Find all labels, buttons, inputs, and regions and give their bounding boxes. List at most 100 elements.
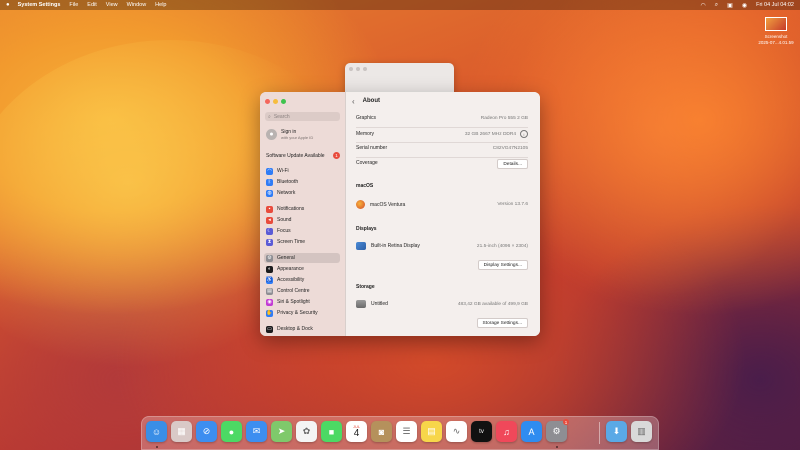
maps-icon[interactable]: ➤: [271, 421, 292, 442]
storage-value: 483,42 GB available of 499,9 GB: [457, 301, 528, 307]
menu-window[interactable]: Window: [127, 2, 147, 8]
desktop-screenshot-file[interactable]: Screenshot 2025-07...4.01.59: [756, 17, 796, 46]
trash-glyph: ▥: [637, 426, 646, 436]
storage-settings-button[interactable]: Storage Settings...: [476, 318, 528, 328]
dock-icon: ▭: [266, 325, 273, 333]
menu-edit[interactable]: Edit: [87, 2, 96, 8]
menu-app-name[interactable]: System Settings: [18, 2, 61, 8]
display-settings-button[interactable]: Display Settings...: [477, 260, 528, 270]
facetime-icon[interactable]: ■: [321, 421, 342, 442]
sidebar-item-appearance[interactable]: ◐ Appearance: [264, 264, 340, 274]
settings-badge: 1: [563, 419, 569, 425]
minimize-button[interactable]: [273, 99, 278, 104]
notes-icon[interactable]: ▤: [421, 421, 442, 442]
photos-icon[interactable]: ✿: [296, 421, 317, 442]
display-icon: [356, 242, 366, 250]
sidebar-item-accessibility[interactable]: ♿ Accessibility: [264, 275, 340, 285]
storage-name: Untitled: [371, 301, 388, 307]
sidebar-item-sound[interactable]: ◂ Sound: [264, 215, 340, 225]
messages-glyph: ●: [228, 426, 235, 437]
control-centre-icon[interactable]: ▣: [727, 2, 733, 9]
wifi-icon: ◠: [266, 167, 273, 175]
hand-icon: ✋: [266, 309, 273, 317]
siri-icon[interactable]: ◉: [742, 2, 747, 9]
sidebar-item-focus[interactable]: ☾ Focus: [264, 226, 340, 236]
search-icon[interactable]: ⌕: [715, 2, 718, 9]
menu-file[interactable]: File: [69, 2, 78, 8]
sidebar-item-privacy-security[interactable]: ✋ Privacy & Security: [264, 308, 340, 318]
menu-view[interactable]: View: [106, 2, 118, 8]
memory-value: 32 GB 2667 MHz DDR4: [464, 131, 516, 137]
music-glyph: ♫: [503, 426, 510, 437]
disk-icon: [356, 300, 366, 308]
moon-icon: ☾: [266, 227, 273, 235]
messages-icon[interactable]: ●: [221, 421, 242, 442]
back-chevron-icon[interactable]: ‹: [352, 97, 355, 106]
finder-icon[interactable]: ☺: [146, 421, 167, 442]
info-icon[interactable]: i: [520, 130, 528, 138]
accessibility-icon: ♿: [266, 276, 273, 284]
sidebar-item-screen-time[interactable]: ⧗ Screen Time: [264, 237, 340, 247]
sidebar-item-network[interactable]: ◍ Network: [264, 188, 340, 198]
running-indicator: [556, 446, 558, 448]
desktop-file-date: 2025-07...4.01.59: [758, 40, 794, 45]
mail-glyph: ✉: [252, 426, 261, 436]
software-update-item[interactable]: Software Update Available 1: [266, 152, 340, 159]
siri-icon: ◉: [266, 298, 273, 306]
appletv-label: tv: [479, 428, 484, 435]
sidebar-item-label: Privacy & Security: [277, 310, 318, 316]
downloads-folder-icon[interactable]: ⬇: [606, 421, 627, 442]
launchpad-glyph: ▦: [177, 426, 186, 436]
appstore-icon[interactable]: A: [521, 421, 542, 442]
sidebar-item-wi-fi[interactable]: ◠ Wi-Fi: [264, 166, 340, 176]
pane-header: ‹ About: [346, 92, 540, 110]
freeform-icon[interactable]: ∿: [446, 421, 467, 442]
sidebar-item-label: Network: [277, 190, 296, 196]
trash-icon[interactable]: ▥: [631, 421, 652, 442]
wifi-status-icon[interactable]: ◠: [701, 2, 706, 9]
sidebar-item-general[interactable]: ⚙ General: [264, 253, 340, 263]
running-indicator: [156, 446, 158, 448]
sidebar-item-notifications[interactable]: ▪ Notifications: [264, 204, 340, 214]
menu-clock[interactable]: Fri 04 Jul 04:02: [756, 2, 794, 8]
safari-icon[interactable]: ⊘: [196, 421, 217, 442]
sidebar-item-label: Wi-Fi: [277, 168, 289, 174]
details-button[interactable]: Details...: [497, 159, 528, 169]
contacts-icon[interactable]: ◙: [371, 421, 392, 442]
dock: ☺ ▦ ⊘ ● ✉ ➤ ✿ ■ JUL 4 ◙ ☰ ▤ ∿ tv ♫ A ⚙ 1 ⬇ ▥: [141, 416, 659, 450]
music-icon[interactable]: ♫: [496, 421, 517, 442]
coverage-label: Coverage: [356, 160, 378, 166]
reminders-icon[interactable]: ☰: [396, 421, 417, 442]
sidebar-item-control-centre[interactable]: ▤ Control Centre: [264, 286, 340, 296]
menu-bar: ● System Settings File Edit View Window …: [0, 0, 800, 10]
calendar-icon[interactable]: JUL 4: [346, 421, 367, 442]
sidebar-item-label: Focus: [277, 228, 291, 234]
search-placeholder: Search: [273, 113, 290, 120]
displays-section-title: Displays: [356, 226, 377, 232]
dock-separator: [599, 422, 600, 444]
apple-id-sign-in[interactable]: ● Sign in with your Apple ID: [266, 129, 313, 140]
mail-icon[interactable]: ✉: [246, 421, 267, 442]
finder-glyph: ☺: [151, 426, 162, 437]
serial-row: Serial number C82VG47N2105: [356, 145, 528, 151]
about-pane: ‹ About Graphics Radeon Pro 555 2 GB Mem…: [346, 92, 540, 336]
launchpad-icon[interactable]: ▦: [171, 421, 192, 442]
apple-menu-icon[interactable]: ●: [6, 2, 10, 8]
sidebar-item-siri-spotlight[interactable]: ◉ Siri & Spotlight: [264, 297, 340, 307]
storage-section-title: Storage: [356, 284, 375, 290]
sidebar-item-desktop-dock[interactable]: ▭ Desktop & Dock: [264, 324, 340, 334]
zoom-button[interactable]: [281, 99, 286, 104]
maps-glyph: ➤: [277, 426, 286, 436]
system-settings-window: ⌕ Search ● Sign in with your Apple ID So…: [260, 92, 540, 336]
appearance-icon: ◐: [266, 265, 273, 273]
sidebar-item-bluetooth[interactable]: ᛒ Bluetooth: [264, 177, 340, 187]
close-button[interactable]: [265, 99, 270, 104]
gear-icon: ⚙: [266, 254, 273, 262]
system-settings-glyph: ⚙: [552, 426, 561, 436]
menu-help[interactable]: Help: [155, 2, 166, 8]
serial-label: Serial number: [356, 145, 388, 151]
sidebar-item-label: Appearance: [277, 266, 304, 272]
appletv-icon[interactable]: tv: [471, 421, 492, 442]
avatar-icon: ●: [266, 129, 277, 140]
search-field[interactable]: ⌕ Search: [265, 112, 340, 121]
